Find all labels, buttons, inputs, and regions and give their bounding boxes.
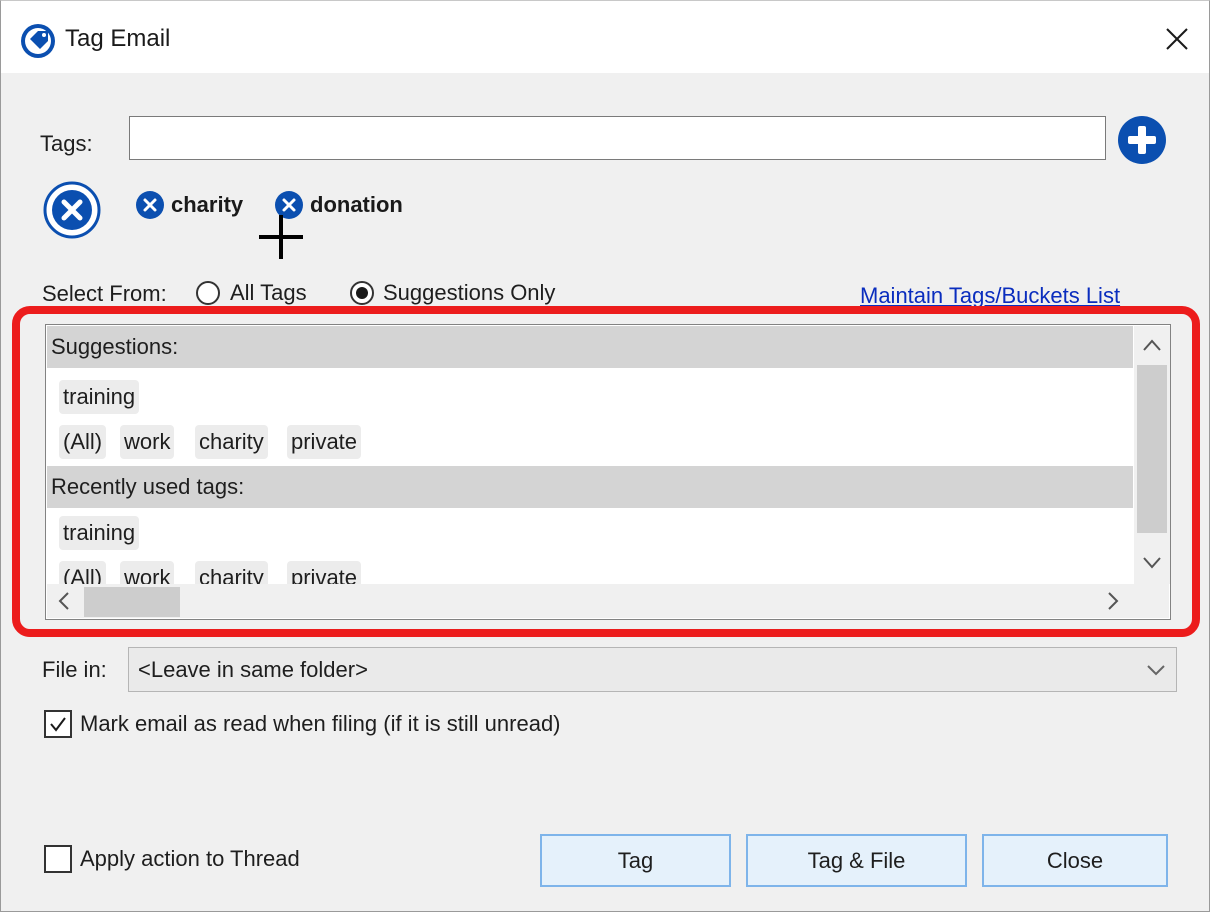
selected-tag-chip: charity (135, 189, 243, 221)
selected-tag-label: donation (310, 192, 403, 217)
radio-label: Suggestions Only (383, 280, 556, 305)
radio-circle (350, 281, 374, 305)
chevron-down-icon (1147, 665, 1165, 676)
tags-input[interactable] (129, 116, 1106, 160)
checkbox-label: Apply action to Thread (80, 846, 300, 871)
radio-all-tags[interactable]: All Tags (196, 280, 307, 306)
clear-all-tags-icon[interactable] (43, 181, 101, 239)
title-bar: Tag Email (1, 1, 1209, 73)
checkbox-box (44, 710, 72, 738)
radio-circle (196, 281, 220, 305)
select-from-label: Select From: (42, 281, 167, 306)
checkbox-label: Mark email as read when filing (if it is… (80, 711, 561, 736)
checkmark-icon (50, 717, 66, 732)
highlight-annotation-frame (12, 306, 1200, 637)
close-button[interactable]: Close (982, 834, 1168, 887)
radio-selected-dot (356, 287, 368, 299)
crosshair-cursor-icon (259, 215, 303, 259)
tag-button[interactable]: Tag (540, 834, 731, 887)
checkbox-box (44, 845, 72, 873)
mark-read-checkbox[interactable]: Mark email as read when filing (if it is… (44, 710, 561, 738)
remove-tag-icon[interactable] (135, 190, 165, 220)
app-tag-icon (21, 24, 55, 58)
radio-label: All Tags (230, 280, 307, 305)
apply-thread-checkbox[interactable]: Apply action to Thread (44, 845, 300, 873)
window-title: Tag Email (65, 25, 171, 52)
close-icon (1166, 28, 1188, 50)
radio-suggestions-only[interactable]: Suggestions Only (350, 280, 555, 306)
tag-and-file-button[interactable]: Tag & File (746, 834, 967, 887)
file-in-dropdown[interactable]: <Leave in same folder> (128, 647, 1177, 692)
tags-label: Tags: (40, 131, 93, 156)
file-in-selected-value: <Leave in same folder> (138, 657, 368, 682)
file-in-label: File in: (42, 657, 107, 682)
tag-email-dialog: Tag Email Tags: charity donation Select … (0, 0, 1210, 912)
selected-tag-label: charity (171, 192, 244, 217)
add-tag-icon[interactable] (1117, 115, 1167, 165)
window-close-button[interactable] (1149, 15, 1205, 63)
